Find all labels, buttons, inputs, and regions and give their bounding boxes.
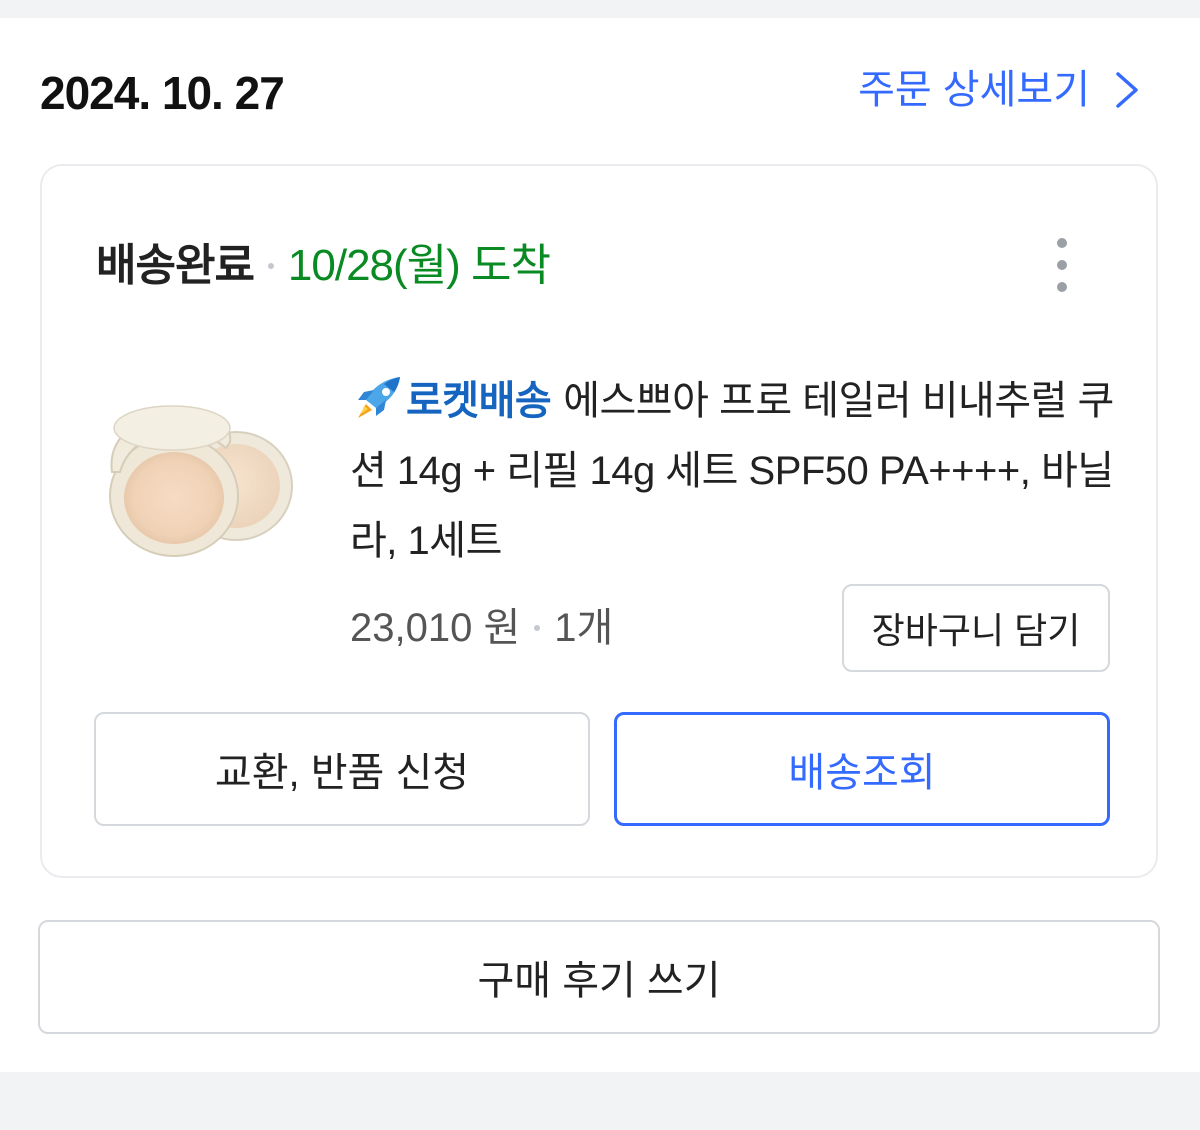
separator-dot — [534, 625, 541, 631]
separator-dot — [267, 263, 274, 269]
status-label: 배송완료 — [96, 241, 255, 290]
product-title[interactable]: 로켓배송 에스쁘아 프로 테일러 비내추럴 쿠션 14g + 리필 14g 세트 … — [350, 366, 1130, 576]
more-options-icon[interactable] — [1052, 238, 1072, 292]
product-quantity: 1개 — [554, 606, 614, 650]
product-image[interactable] — [96, 384, 306, 564]
more-dot — [1057, 238, 1067, 248]
order-detail-link[interactable]: 주문 상세보기 — [858, 62, 1142, 118]
rocket-delivery-badge: 로켓배송 — [406, 379, 552, 423]
product-price: 23,010 원 — [350, 606, 521, 650]
order-card: 배송완료 10/28(월) 도착 로켓배송 에스쁘아 프로 테일러 비내추럴 쿠… — [40, 164, 1158, 878]
bottom-spacer-band — [0, 1072, 1200, 1130]
more-dot — [1057, 260, 1067, 270]
exchange-return-button[interactable]: 교환, 반품 신청 — [94, 712, 590, 826]
arrival-date: 10/28(월) 도착 — [287, 241, 551, 290]
write-review-button[interactable]: 구매 후기 쓰기 — [38, 920, 1160, 1034]
rocket-icon — [358, 377, 400, 418]
order-detail-link-label: 주문 상세보기 — [858, 68, 1090, 112]
top-spacer-band — [0, 0, 1200, 18]
chevron-right-icon — [1116, 72, 1138, 108]
more-dot — [1057, 282, 1067, 292]
order-date: 2024. 10. 27 — [40, 67, 285, 119]
price-row: 23,010 원 1개 — [350, 598, 613, 658]
add-to-cart-button[interactable]: 장바구니 담기 — [842, 584, 1110, 672]
delivery-status: 배송완료 10/28(월) 도착 — [96, 236, 551, 296]
track-shipping-button[interactable]: 배송조회 — [614, 712, 1110, 826]
